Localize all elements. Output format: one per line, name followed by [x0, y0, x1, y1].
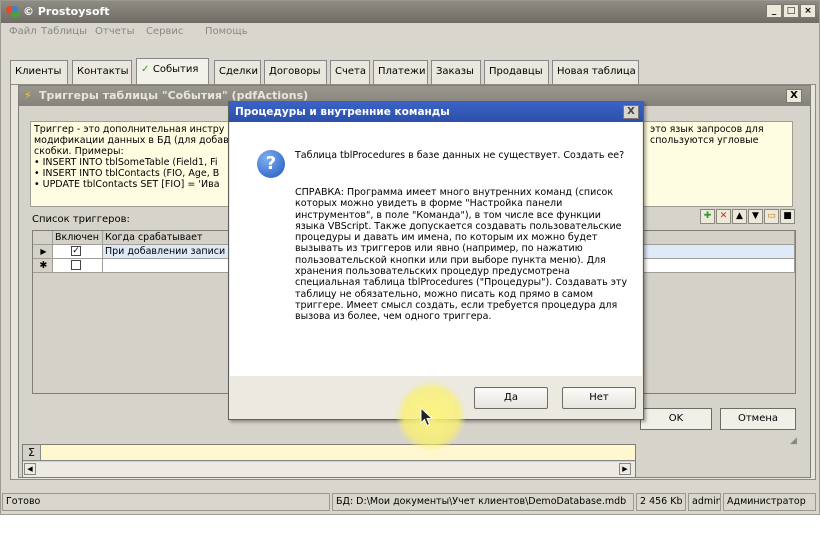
- procedures-dialog: Процедуры и внутренние команды X ? Табли…: [228, 101, 644, 420]
- scroll-left-icon[interactable]: ◀: [24, 463, 36, 475]
- menu-bar: Файл Таблицы Отчеты Сервис Помощь: [1, 23, 819, 41]
- status-role: Администратор: [723, 493, 816, 511]
- dialog-help-text: СПРАВКА: Программа имеет много внутренни…: [295, 187, 628, 323]
- resize-grip-icon[interactable]: ◢: [790, 436, 797, 446]
- maximize-button[interactable]: □: [783, 4, 799, 18]
- status-user: admin: [688, 493, 721, 511]
- move-down-icon[interactable]: ▼: [748, 209, 763, 224]
- title-bar[interactable]: © Prostoysoft _ □ ×: [1, 1, 819, 23]
- close-button[interactable]: ×: [800, 4, 816, 18]
- enabled-checkbox[interactable]: ✓: [71, 246, 81, 256]
- menu-reports[interactable]: Отчеты: [95, 26, 134, 37]
- tab-payments[interactable]: Платежи: [373, 60, 428, 84]
- open-folder-icon[interactable]: ▭: [764, 209, 779, 224]
- add-icon[interactable]: ✚: [700, 209, 715, 224]
- question-icon: ?: [257, 150, 285, 178]
- tab-invoices[interactable]: Счета: [330, 60, 370, 84]
- yes-button[interactable]: Да: [474, 387, 548, 409]
- db-path: D:\Мои документы\Учет клиентов\DemoDatab…: [356, 496, 627, 507]
- enabled-checkbox[interactable]: [71, 260, 81, 270]
- tab-contacts[interactable]: Контакты: [72, 60, 132, 84]
- dialog-close-button[interactable]: X: [623, 105, 639, 119]
- lightning-icon: ⚡: [24, 89, 32, 102]
- table-row[interactable]: ✓: [53, 245, 103, 259]
- menu-file[interactable]: Файл: [9, 26, 37, 37]
- tab-sellers[interactable]: Продавцы: [484, 60, 549, 84]
- grid-corner: [33, 231, 53, 245]
- screen: © Prostoysoft _ □ × Файл Таблицы Отчеты …: [0, 0, 820, 539]
- triggers-close-button[interactable]: X: [786, 89, 802, 103]
- db-label: БД:: [336, 496, 354, 507]
- info-right-text: это язык запросов для спользуются угловы…: [650, 124, 764, 146]
- ok-button[interactable]: OK: [640, 408, 712, 430]
- menu-tables[interactable]: Таблицы: [41, 26, 87, 37]
- app-icon: [6, 6, 19, 18]
- dialog-title-bar[interactable]: Процедуры и внутренние команды X: [229, 102, 643, 122]
- delete-icon[interactable]: ✕: [716, 209, 731, 224]
- minimize-button[interactable]: _: [766, 4, 782, 18]
- dialog-title: Процедуры и внутренние команды: [235, 106, 450, 118]
- status-db-path: БД: D:\Мои документы\Учет клиентов\DemoD…: [332, 493, 634, 511]
- info-right-line: это язык запросов для: [650, 124, 764, 135]
- tab-deals[interactable]: Сделки: [214, 60, 261, 84]
- status-ready: Готово: [2, 493, 330, 511]
- table-row[interactable]: [53, 259, 103, 273]
- menu-service[interactable]: Сервис: [146, 26, 183, 37]
- move-up-icon[interactable]: ▲: [732, 209, 747, 224]
- mouse-cursor-icon: [420, 407, 434, 427]
- summary-grid: Σ ◀ ▶: [22, 444, 636, 478]
- column-header-enabled[interactable]: Включен: [53, 231, 103, 245]
- status-size: 2 456 Kb: [636, 493, 686, 511]
- sum-icon: Σ: [23, 445, 41, 461]
- dialog-message: Таблица tblProcedures в базе данных не с…: [295, 150, 625, 161]
- tab-clients[interactable]: Клиенты: [10, 60, 68, 84]
- save-icon[interactable]: ■: [780, 209, 795, 224]
- tab-events-label: События: [152, 64, 199, 75]
- scroll-right-icon[interactable]: ▶: [619, 463, 631, 475]
- summary-row: [41, 445, 635, 461]
- horizontal-scrollbar[interactable]: ◀ ▶: [23, 462, 635, 477]
- tab-events[interactable]: ✓ События: [136, 58, 209, 85]
- tab-orders[interactable]: Заказы: [431, 60, 481, 84]
- cancel-button[interactable]: Отмена: [720, 408, 796, 430]
- no-button[interactable]: Нет: [562, 387, 636, 409]
- row-selector[interactable]: ▶: [33, 245, 53, 259]
- trigger-list-label: Список триггеров:: [32, 214, 130, 225]
- new-row-selector[interactable]: ✱: [33, 259, 53, 273]
- app-title: © Prostoysoft: [23, 5, 110, 18]
- status-bar: Готово БД: D:\Мои документы\Учет клиенто…: [0, 491, 818, 513]
- tab-new-table[interactable]: Новая таблица: [552, 60, 639, 84]
- tab-contracts[interactable]: Договоры: [264, 60, 327, 84]
- check-icon: ✓: [141, 64, 153, 75]
- menu-help[interactable]: Помощь: [205, 26, 248, 37]
- info-right-line: спользуются угловые: [650, 135, 759, 146]
